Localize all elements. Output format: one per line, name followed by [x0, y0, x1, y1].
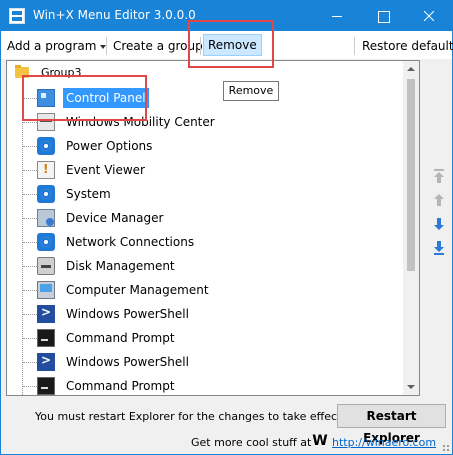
- scrollbar-thumb[interactable]: [407, 79, 415, 271]
- tree-item-label: Computer Management: [66, 283, 209, 297]
- tree-connector: [23, 98, 37, 99]
- tree-connector: [23, 290, 37, 291]
- tree-connector: [23, 386, 37, 387]
- move-to-top-button[interactable]: [431, 168, 447, 184]
- more-stuff-text: Get more cool stuff at: [191, 436, 312, 449]
- tree-connector: [23, 338, 37, 339]
- tree-connector: [23, 146, 37, 147]
- restart-explorer-button[interactable]: Restart Explorer: [337, 404, 446, 445]
- tree-item-label: Network Connections: [66, 235, 195, 249]
- toolbar-divider: [200, 37, 201, 55]
- control-panel-icon: [37, 89, 55, 107]
- menu-tree[interactable]: Group3 Control Panel Windows Mobility Ce…: [6, 60, 420, 396]
- move-to-bottom-icon: [434, 241, 444, 255]
- tree-item-label: Event Viewer: [66, 163, 145, 177]
- tree-item-label: Windows PowerShell: [66, 307, 189, 321]
- vertical-scrollbar[interactable]: [403, 61, 419, 395]
- title-bar[interactable]: Win+X Menu Editor 3.0.0.0: [1, 1, 452, 31]
- tree-item[interactable]: Windows PowerShell: [7, 351, 405, 373]
- tooltip: Remove: [223, 81, 279, 101]
- add-program-button[interactable]: Add a program: [3, 36, 110, 56]
- event-viewer-icon: [37, 161, 55, 179]
- powershell-icon: [37, 353, 55, 371]
- gear-icon: [37, 137, 55, 155]
- window-title: Win+X Menu Editor 3.0.0.0: [33, 8, 196, 22]
- tree-item[interactable]: Computer Management: [7, 279, 405, 301]
- tree-item[interactable]: Network Connections: [7, 231, 405, 253]
- tree-item[interactable]: Control Panel: [7, 87, 405, 109]
- tree-content: Group3 Control Panel Windows Mobility Ce…: [7, 61, 405, 395]
- close-button[interactable]: [406, 1, 452, 31]
- tree-item[interactable]: Disk Management: [7, 255, 405, 277]
- tree-connector: [23, 170, 37, 171]
- tree-item[interactable]: System: [7, 183, 405, 205]
- mobility-center-icon: [37, 113, 55, 131]
- tree-connector: [23, 314, 37, 315]
- arrow-up-icon: [434, 194, 444, 206]
- close-icon: [424, 11, 434, 21]
- disk-icon: [37, 257, 55, 275]
- arrow-down-icon: [434, 218, 444, 230]
- tree-connector: [23, 362, 37, 363]
- tree-connector: [23, 266, 37, 267]
- create-group-button[interactable]: Create a group: [109, 36, 207, 56]
- command-prompt-icon: [37, 329, 55, 347]
- toolbar-divider: [106, 37, 107, 55]
- app-icon: [9, 8, 25, 24]
- tree-item[interactable]: Device Manager: [7, 207, 405, 229]
- tree-item-label: Windows Mobility Center: [66, 115, 215, 129]
- scroll-up-icon[interactable]: [403, 61, 419, 77]
- toolbar: Add a program Create a group Remove Rest…: [1, 31, 453, 59]
- tree-item[interactable]: Command Prompt: [7, 375, 405, 395]
- restart-message: You must restart Explorer for the change…: [35, 410, 345, 423]
- tree-item-label: Command Prompt: [66, 379, 175, 393]
- tree-connector: [23, 122, 37, 123]
- tree-item[interactable]: Windows PowerShell: [7, 303, 405, 325]
- device-manager-icon: [37, 209, 55, 227]
- tree-item-label: Windows PowerShell: [66, 355, 189, 369]
- gear-icon: [37, 233, 55, 251]
- scroll-down-icon[interactable]: [403, 379, 419, 395]
- move-up-button[interactable]: [431, 192, 447, 208]
- add-program-label: Add a program: [7, 39, 97, 53]
- tree-connector: [23, 194, 37, 195]
- computer-icon: [37, 281, 55, 299]
- move-buttons: [429, 168, 449, 260]
- maximize-button[interactable]: [360, 1, 406, 31]
- tree-item[interactable]: Command Prompt: [7, 327, 405, 349]
- tree-item[interactable]: Windows Mobility Center: [7, 111, 405, 133]
- resize-grip[interactable]: [438, 440, 450, 452]
- tree-connector: [23, 242, 37, 243]
- tree-item-label: Device Manager: [66, 211, 164, 225]
- tree-item-label: System: [66, 187, 111, 201]
- tree-item-label: Control Panel: [63, 88, 149, 108]
- tree-item[interactable]: Power Options: [7, 135, 405, 157]
- tree-item-label: Disk Management: [66, 259, 175, 273]
- winaero-logo-icon: W: [312, 433, 328, 449]
- tree-item-label: Command Prompt: [66, 331, 175, 345]
- powershell-icon: [37, 305, 55, 323]
- winaero-link[interactable]: http://winaero.com: [332, 436, 436, 449]
- tree-item[interactable]: Event Viewer: [7, 159, 405, 181]
- command-prompt-icon: [37, 377, 55, 395]
- move-to-bottom-button[interactable]: [431, 240, 447, 256]
- move-down-button[interactable]: [431, 216, 447, 232]
- gear-icon: [37, 185, 55, 203]
- toolbar-divider: [354, 37, 355, 55]
- tree-item-label: Power Options: [66, 139, 153, 153]
- minimize-button[interactable]: [314, 1, 360, 31]
- remove-button[interactable]: Remove: [203, 34, 262, 56]
- folder-icon: [15, 65, 29, 78]
- move-to-top-icon: [434, 169, 444, 183]
- app-window: Win+X Menu Editor 3.0.0.0 Add a program …: [0, 0, 453, 455]
- restore-defaults-button[interactable]: Restore defaults: [358, 36, 453, 56]
- group-label: Group3: [41, 66, 82, 79]
- tree-connector: [23, 218, 37, 219]
